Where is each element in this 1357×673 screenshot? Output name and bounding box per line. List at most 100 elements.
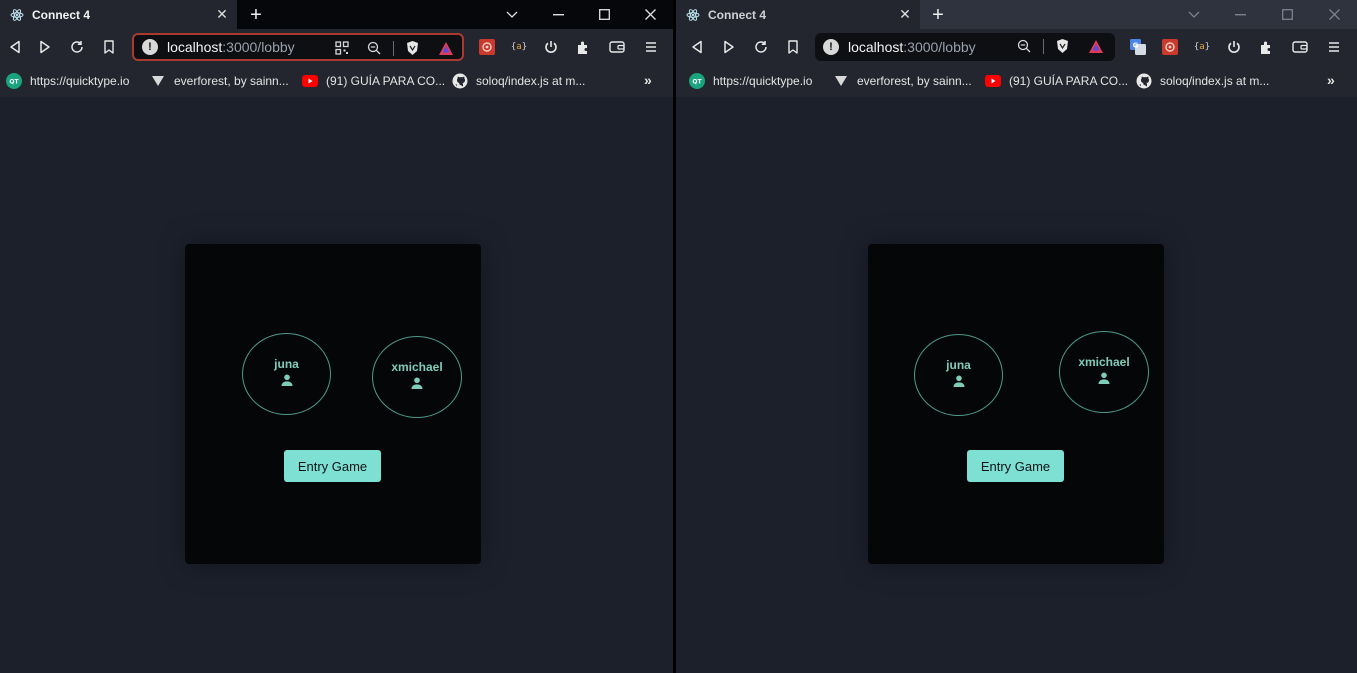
bookmark-github[interactable]: soloq/index.js at m...: [452, 72, 585, 90]
site-info-icon[interactable]: !: [823, 39, 839, 55]
brave-rewards-icon[interactable]: [1088, 38, 1104, 54]
close-tab-icon[interactable]: ✕: [898, 6, 912, 22]
navigation-toolbar: ! localhost:3000/lobby G {a}: [676, 29, 1357, 66]
github-icon: [452, 73, 468, 89]
extension-red-icon[interactable]: [1160, 37, 1180, 57]
forward-icon[interactable]: [35, 37, 55, 57]
power-icon[interactable]: [541, 37, 561, 57]
bookmark-icon[interactable]: [99, 37, 119, 57]
close-window-icon[interactable]: [627, 0, 673, 29]
quicktype-icon: QT: [689, 73, 705, 89]
user-icon: [281, 373, 293, 391]
quicktype-icon: QT: [6, 73, 22, 89]
qr-code-icon[interactable]: [334, 40, 350, 56]
everforest-icon: [150, 73, 166, 89]
brave-shields-icon[interactable]: [1054, 38, 1070, 54]
new-tab-icon[interactable]: +: [245, 4, 267, 26]
close-window-icon[interactable]: [1311, 0, 1357, 29]
browser-window-right: Connect 4 ✕ + ! localhost:3000/lobby G {…: [676, 0, 1357, 673]
bookmark-everforest[interactable]: everforest, by sainn...: [833, 72, 972, 90]
reload-icon[interactable]: [751, 37, 771, 57]
player-slot-xmichael: xmichael: [1059, 331, 1149, 413]
url-divider: [1043, 39, 1044, 54]
tab-title: Connect 4: [32, 7, 91, 22]
json-viewer-icon[interactable]: {a}: [1192, 37, 1212, 57]
player-name: juna: [946, 358, 971, 372]
bookmark-quicktype[interactable]: QT https://quicktype.io: [689, 72, 812, 90]
player-slot-juna: juna: [242, 333, 331, 415]
extension-red-icon[interactable]: [477, 37, 497, 57]
user-icon: [953, 374, 965, 392]
address-text: localhost:3000/lobby: [167, 39, 295, 55]
tab-connect4[interactable]: Connect 4 ✕: [676, 0, 920, 29]
menu-icon[interactable]: [1324, 37, 1344, 57]
zoom-out-icon[interactable]: [1016, 38, 1032, 54]
player-slot-xmichael: xmichael: [372, 336, 462, 418]
power-icon[interactable]: [1224, 37, 1244, 57]
entry-game-button[interactable]: Entry Game: [967, 450, 1064, 482]
minimize-icon[interactable]: [1217, 0, 1263, 29]
more-bookmarks-icon[interactable]: »: [1327, 72, 1335, 88]
address-bar[interactable]: ! localhost:3000/lobby: [815, 33, 1115, 61]
close-tab-icon[interactable]: ✕: [215, 6, 229, 22]
extensions-puzzle-icon[interactable]: [1256, 37, 1276, 57]
tab-search-chevron-icon[interactable]: [1171, 0, 1217, 29]
bookmark-youtube[interactable]: (91) GUÍA PARA CO...: [302, 72, 445, 90]
brave-shields-icon[interactable]: [404, 40, 420, 56]
maximize-icon[interactable]: [581, 0, 627, 29]
github-icon: [1136, 73, 1152, 89]
extensions-puzzle-icon[interactable]: [573, 37, 593, 57]
back-icon[interactable]: [5, 37, 25, 57]
address-bar[interactable]: ! localhost:3000/lobby: [132, 33, 464, 61]
wallet-icon[interactable]: [1290, 37, 1310, 57]
bookmark-youtube[interactable]: (91) GUÍA PARA CO...: [985, 72, 1128, 90]
wallet-icon[interactable]: [607, 37, 627, 57]
react-icon: [10, 8, 24, 22]
bookmarks-bar: QT https://quicktype.io everforest, by s…: [0, 66, 673, 97]
player-name: xmichael: [391, 360, 443, 374]
tab-connect4[interactable]: Connect 4 ✕: [0, 0, 237, 29]
site-info-icon[interactable]: !: [142, 39, 158, 55]
navigation-toolbar: ! localhost:3000/lobby {a}: [0, 29, 673, 66]
tab-strip: Connect 4 ✕ +: [676, 0, 1357, 29]
reload-icon[interactable]: [67, 37, 87, 57]
bookmark-quicktype[interactable]: QT https://quicktype.io: [6, 72, 129, 90]
brave-rewards-icon[interactable]: [438, 40, 454, 56]
youtube-icon: [302, 73, 318, 89]
svg-text:QT: QT: [9, 79, 19, 86]
menu-icon[interactable]: [641, 37, 661, 57]
player-name: juna: [274, 357, 299, 371]
address-text: localhost:3000/lobby: [848, 39, 976, 55]
new-tab-icon[interactable]: +: [927, 4, 949, 26]
forward-icon[interactable]: [719, 37, 739, 57]
entry-game-button[interactable]: Entry Game: [284, 450, 381, 482]
youtube-icon: [985, 73, 1001, 89]
translate-icon[interactable]: G: [1128, 37, 1148, 57]
tab-title: Connect 4: [708, 7, 767, 22]
url-divider: [393, 41, 394, 56]
user-icon: [411, 376, 423, 394]
back-icon[interactable]: [687, 37, 707, 57]
tab-search-chevron-icon[interactable]: [489, 0, 535, 29]
svg-text:G: G: [1133, 42, 1139, 50]
lobby-card: juna xmichael Entry Game: [185, 244, 481, 564]
minimize-icon[interactable]: [535, 0, 581, 29]
bookmark-icon[interactable]: [783, 37, 803, 57]
svg-text:QT: QT: [692, 79, 702, 86]
zoom-out-icon[interactable]: [366, 40, 382, 56]
more-bookmarks-icon[interactable]: »: [644, 72, 652, 88]
maximize-icon[interactable]: [1264, 0, 1310, 29]
page-content: juna xmichael Entry Game: [676, 97, 1357, 673]
everforest-icon: [833, 73, 849, 89]
browser-window-left: Connect 4 ✕ + ! localhost:3000/lobby {a}…: [0, 0, 673, 673]
lobby-card: juna xmichael Entry Game: [868, 244, 1164, 564]
tab-strip: Connect 4 ✕ +: [0, 0, 673, 29]
bookmarks-bar: QT https://quicktype.io everforest, by s…: [676, 66, 1357, 97]
bookmark-everforest[interactable]: everforest, by sainn...: [150, 72, 289, 90]
player-name: xmichael: [1078, 355, 1130, 369]
user-icon: [1098, 371, 1110, 389]
json-viewer-icon[interactable]: {a}: [509, 37, 529, 57]
page-content: juna xmichael Entry Game: [0, 97, 673, 673]
bookmark-github[interactable]: soloq/index.js at m...: [1136, 72, 1269, 90]
player-slot-juna: juna: [914, 334, 1003, 416]
